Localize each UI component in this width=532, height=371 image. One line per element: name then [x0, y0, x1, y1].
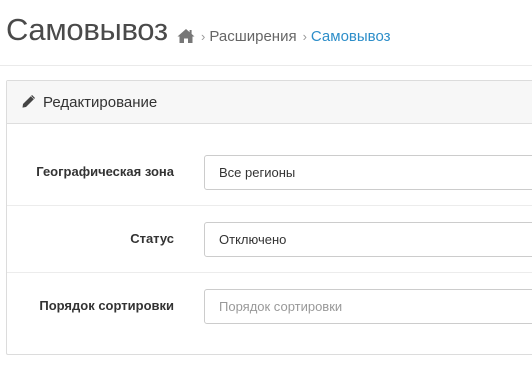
breadcrumb: › Расширения › Самовывоз — [177, 26, 391, 46]
sort-order-label: Порядок сортировки — [39, 298, 174, 313]
breadcrumb-separator: › — [302, 28, 307, 44]
breadcrumb-separator: › — [201, 28, 206, 44]
pencil-icon — [21, 95, 35, 109]
status-label: Статус — [130, 231, 174, 246]
header-divider — [0, 65, 532, 66]
panel-heading: Редактирование — [7, 81, 532, 124]
page-header: Самовывоз › Расширения › Самовывоз — [0, 0, 532, 65]
home-icon[interactable] — [177, 28, 195, 44]
geo-zone-select[interactable]: Все регионы — [204, 155, 532, 190]
form-row-geo-zone: Географическая зона Все регионы — [7, 139, 532, 206]
status-select[interactable]: Отключено — [204, 222, 532, 257]
form-row-sort-order: Порядок сортировки — [7, 273, 532, 339]
breadcrumb-item-pickup[interactable]: Самовывоз — [311, 28, 391, 45]
form-row-status: Статус Отключено — [7, 206, 532, 273]
sort-order-input[interactable] — [204, 289, 532, 324]
panel-title: Редактирование — [43, 93, 158, 111]
edit-panel: Редактирование Географическая зона Все р… — [6, 80, 532, 355]
page-title: Самовывоз — [6, 12, 168, 47]
geo-zone-label: Географическая зона — [36, 164, 174, 179]
breadcrumb-item-extensions[interactable]: Расширения — [209, 28, 296, 45]
page: Самовывоз › Расширения › Самовывоз Редак… — [0, 0, 532, 371]
